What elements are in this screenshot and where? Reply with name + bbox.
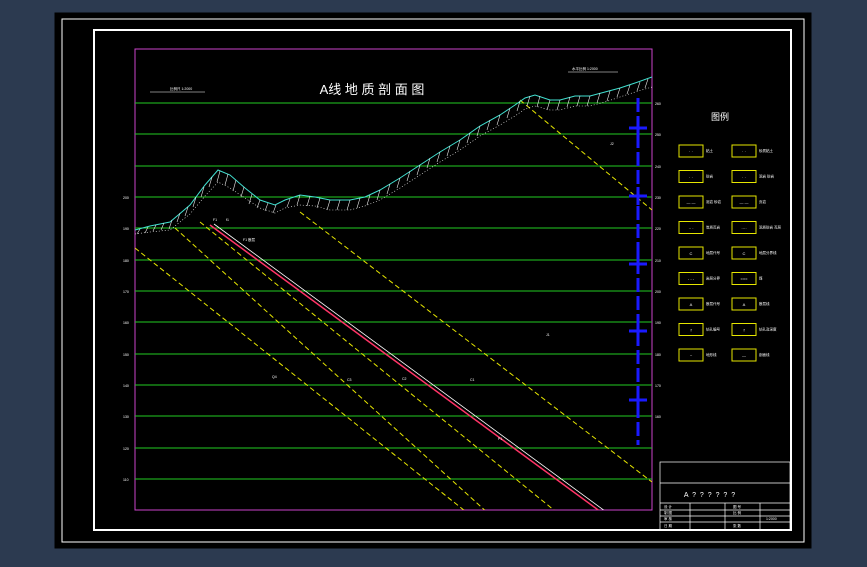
legend-label: 页岩 — [759, 199, 767, 204]
elev-label: 170 — [655, 384, 661, 388]
elev-label: 160 — [655, 415, 661, 419]
elev-label: 180 — [655, 353, 661, 357]
legend-symbol: ·· · — [688, 226, 693, 231]
legend-label: 地层代号 — [706, 250, 720, 255]
elev-label: 160 — [123, 321, 129, 325]
elev-label: 150 — [123, 353, 129, 357]
fault-label: F1 断层 — [243, 237, 256, 242]
legend-symbol: · · — [742, 149, 746, 154]
elev-label: 140 — [123, 384, 129, 388]
elev-label: 170 — [123, 290, 129, 294]
legend-symbol: · · — [742, 175, 746, 180]
tb-cell: 制 图 — [664, 510, 672, 515]
legend-symbol: - - - — [688, 277, 695, 282]
strata-label: F1 — [213, 218, 217, 222]
legend-label: 地层分界线 — [759, 250, 777, 255]
layer-label: C3 — [347, 378, 352, 382]
legend-label: 粘土 — [706, 148, 714, 153]
legend-label: 砂岩 — [706, 174, 714, 179]
tb-cell: 审 核 — [664, 516, 672, 521]
legend-label: 剖面线 — [759, 352, 770, 357]
legend-symbol: ···· — [741, 226, 746, 231]
elev-label: 210 — [655, 259, 661, 263]
elev-label: 230 — [655, 196, 661, 200]
legend-symbol: C — [690, 251, 693, 256]
legend-label: 泥岩 砂岩 — [759, 174, 774, 179]
legend-symbol: A — [690, 302, 693, 307]
legend-label: 断层代号 — [706, 301, 720, 306]
legend-label: 地形线 — [706, 352, 717, 357]
legend-label: 钻孔及深度 — [759, 327, 777, 332]
scale-note-left: 比例尺 1:2000 — [170, 86, 192, 91]
legend-label: 岩层分界 — [706, 276, 720, 281]
legend-title: 图例 — [711, 111, 729, 122]
elev-label: 110 — [123, 478, 129, 482]
tb-cell: 张 数 — [733, 523, 741, 528]
strata-label: f1 — [226, 218, 229, 222]
elev-label: 130 — [123, 415, 129, 419]
legend-symbol: C — [743, 251, 746, 256]
elev-label: 190 — [655, 321, 661, 325]
tb-cell: 图 号 — [733, 504, 741, 509]
legend-symbol: A — [743, 302, 746, 307]
cad-viewport[interactable]: A线 地 质 剖 面 图 比例尺 1:2000 水平比例 1:2000 260 … — [0, 0, 867, 562]
legend-label: 煤 — [759, 276, 763, 281]
legend-label: 钻孔编号 — [706, 327, 720, 332]
legend-symbol: === — [740, 277, 748, 282]
legend-label: 泥岩 砂岩 — [706, 199, 721, 204]
elev-label: 200 — [123, 196, 129, 200]
legend-label: 断层线 — [759, 301, 770, 306]
elev-label: 240 — [655, 165, 661, 169]
legend-symbol: · · — [689, 149, 693, 154]
title-block-name: A ? ? ? ? ? ? — [684, 492, 736, 499]
legend-symbol: — — — [686, 200, 695, 205]
layer-label: C1 — [470, 378, 475, 382]
drawing-title: A线 地 质 剖 面 图 — [320, 82, 425, 97]
drawing-sheet — [54, 12, 812, 549]
tb-cell: 日 期 — [664, 523, 672, 528]
legend-label: 炭质页岩 — [706, 225, 720, 230]
legend-symbol: · · — [689, 175, 693, 180]
tb-cell: 1:2000 — [766, 517, 777, 521]
legend-symbol: — — — [739, 200, 748, 205]
elev-label: 120 — [123, 447, 129, 451]
legend-label: 泥质砂岩 互层 — [759, 225, 781, 230]
tb-cell: 比 例 — [733, 510, 741, 515]
elev-label: 250 — [655, 133, 661, 137]
layer-label: J1 — [546, 333, 550, 337]
tb-cell: 设 计 — [664, 504, 672, 509]
legend-symbol: — — [742, 353, 746, 358]
elev-label: 180 — [123, 259, 129, 263]
legend-label: 砂质粘土 — [759, 148, 773, 153]
elev-label: 260 — [655, 102, 661, 106]
elev-label: 220 — [655, 227, 661, 231]
layer-label: P1 — [498, 437, 502, 441]
elev-label: 200 — [655, 290, 661, 294]
scale-note-right: 水平比例 1:2000 — [572, 66, 598, 71]
layer-label: Q4 — [272, 375, 277, 379]
layer-label: C2 — [402, 377, 407, 381]
layer-label: J2 — [610, 142, 614, 146]
elev-label: 190 — [123, 227, 129, 231]
